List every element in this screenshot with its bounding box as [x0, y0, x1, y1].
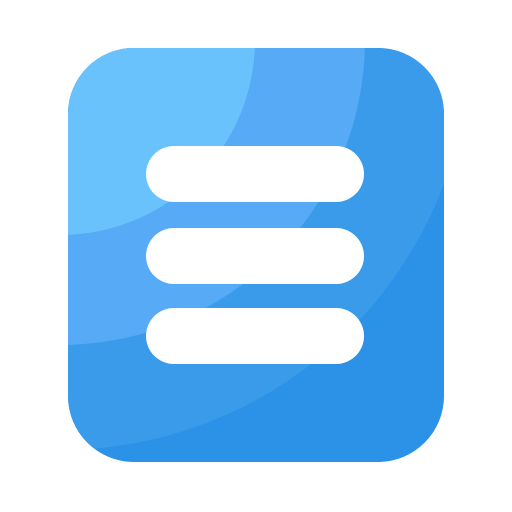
menu-icon — [68, 48, 444, 462]
menu-bar-top — [146, 146, 364, 202]
app-icon-canvas — [0, 0, 512, 512]
menu-bar-middle — [146, 228, 364, 284]
menu-bar-bottom — [146, 308, 364, 364]
menu-bars — [146, 146, 364, 364]
